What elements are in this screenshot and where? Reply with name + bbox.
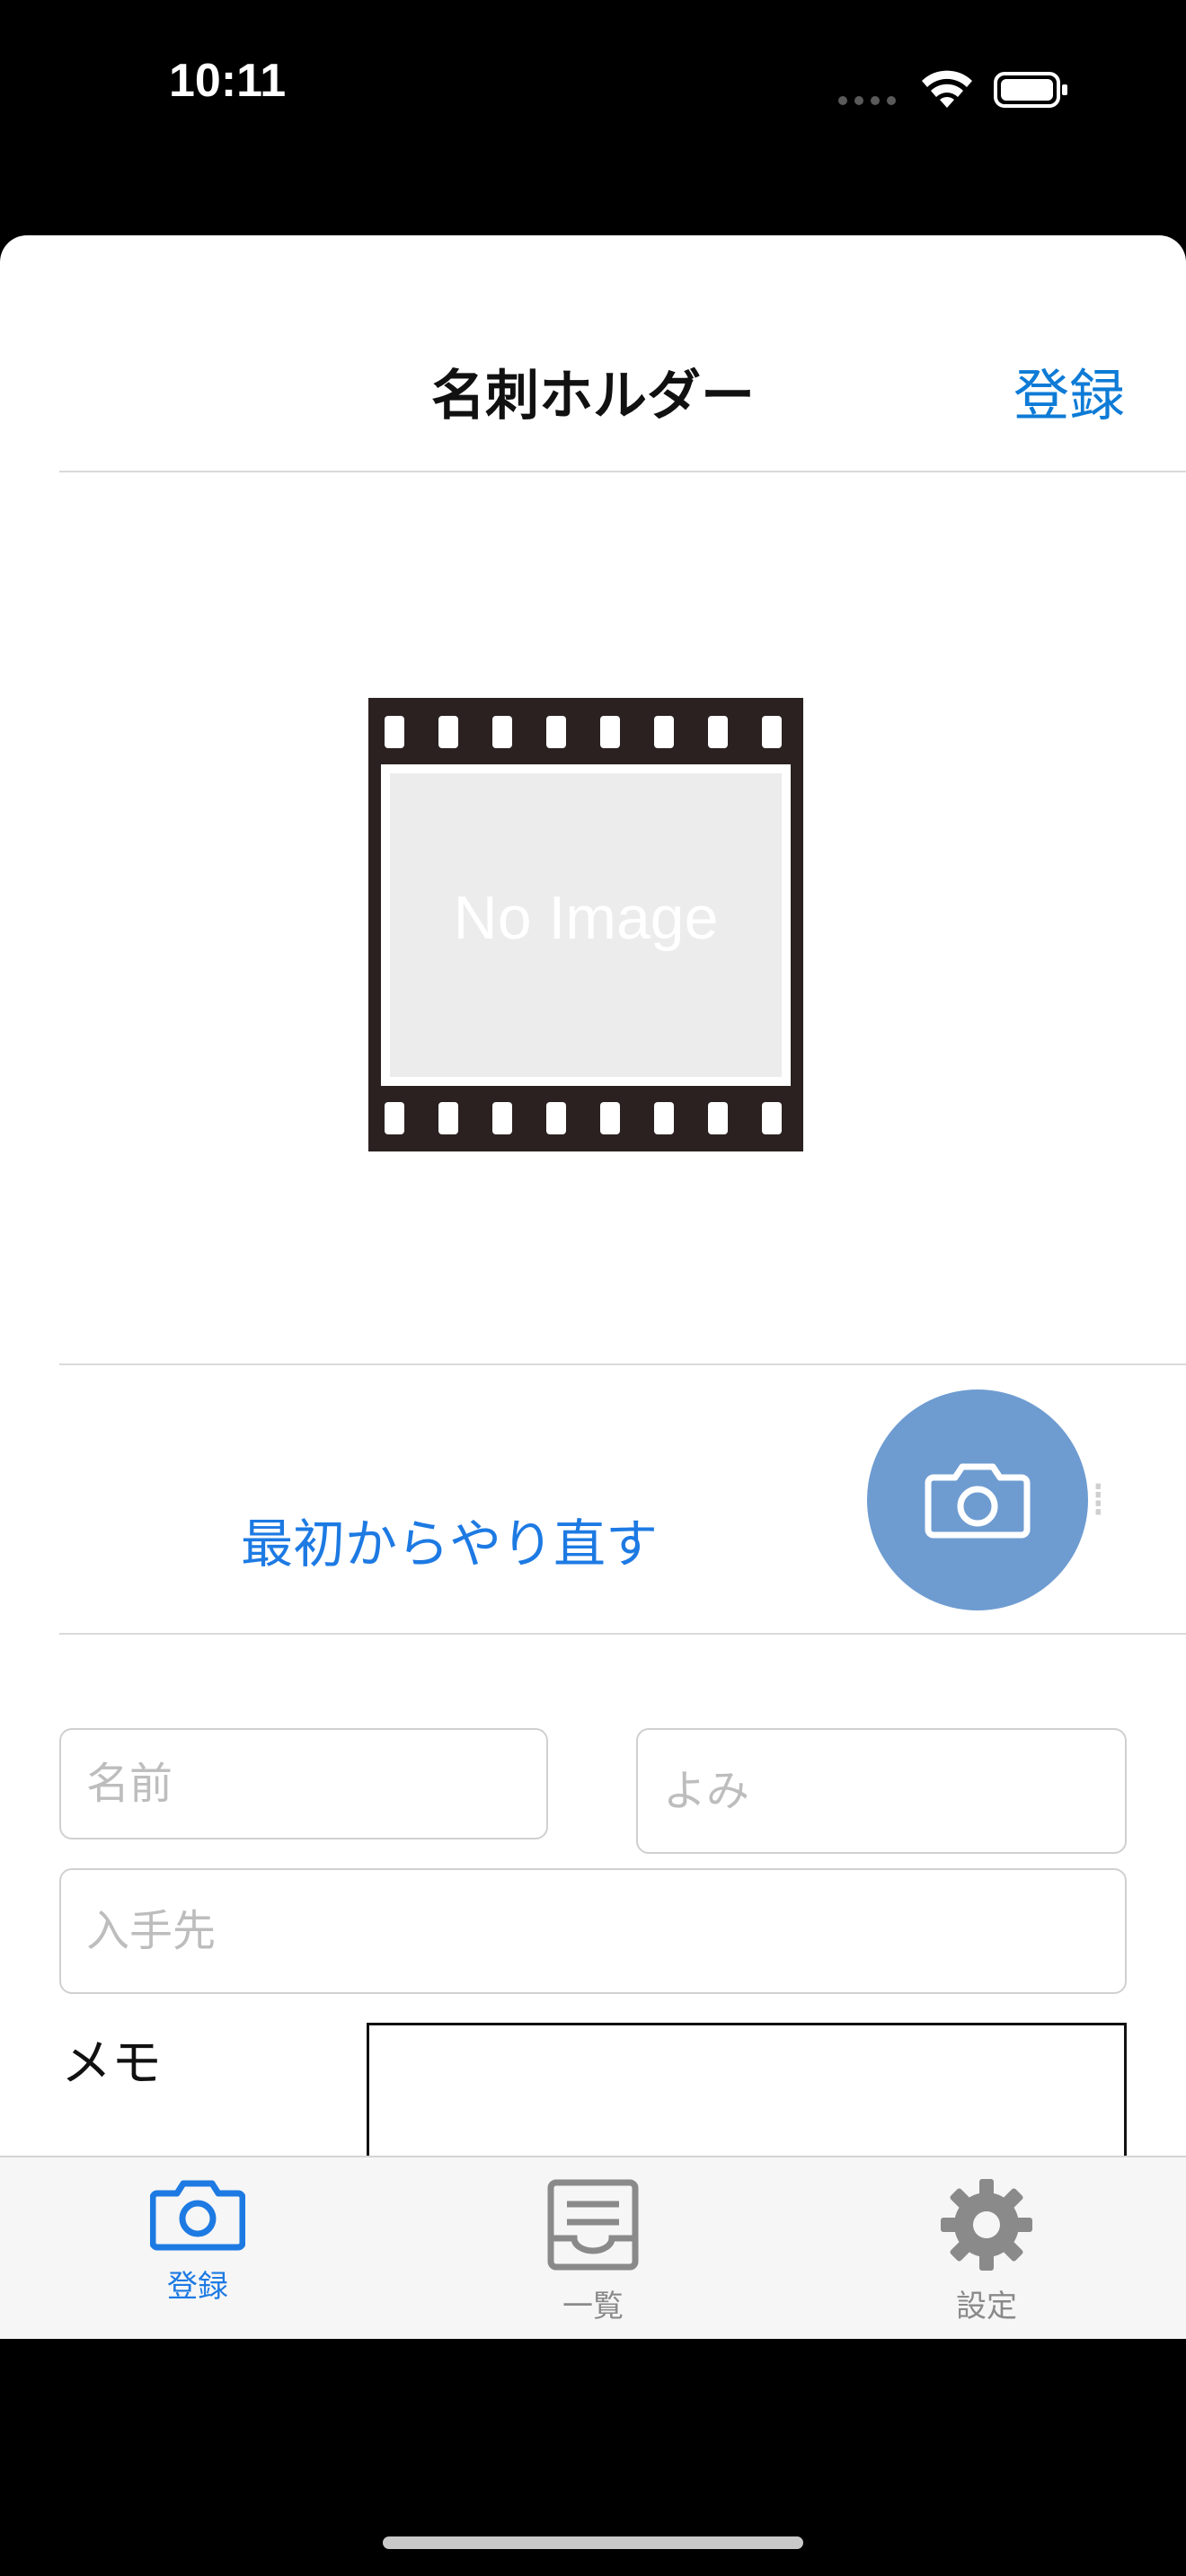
divider <box>59 471 1186 472</box>
reset-button[interactable]: 最初からやり直す <box>241 1502 658 1577</box>
camera-icon <box>925 1463 1031 1539</box>
gear-icon <box>941 2179 1032 2271</box>
source-field[interactable] <box>59 1868 1127 1994</box>
wifi-icon <box>922 70 972 108</box>
reading-field[interactable] <box>636 1728 1127 1854</box>
partial-label-glyph: ⁞ <box>1091 1473 1106 1527</box>
card-image-preview[interactable]: No Image <box>368 698 803 1151</box>
name-input[interactable] <box>61 1730 546 1838</box>
status-indicators <box>836 63 1078 117</box>
status-time: 10:11 <box>169 55 287 107</box>
name-field[interactable] <box>59 1728 548 1839</box>
source-input[interactable] <box>61 1870 1125 1992</box>
reading-input[interactable] <box>638 1730 1125 1852</box>
tab-label: 一覧 <box>562 2289 624 2325</box>
modal-sheet: 名刺ホルダー 登録 No Image 最初からやり直す ⁞ 名前 よみ 入手先 … <box>0 235 1186 2337</box>
register-button[interactable]: 登録 <box>1013 350 1125 431</box>
tab-list[interactable]: 一覧 <box>476 2177 710 2325</box>
tab-settings[interactable]: 設定 <box>870 2177 1103 2325</box>
tray-icon <box>547 2179 639 2271</box>
battery-icon <box>994 72 1067 108</box>
divider <box>59 1633 1186 1635</box>
divider <box>59 1363 1186 1365</box>
tab-label: 設定 <box>956 2289 1017 2325</box>
memo-label: メモ <box>61 2034 162 2093</box>
no-image-text: No Image <box>454 884 719 952</box>
camera-capture-button[interactable] <box>867 1389 1088 1610</box>
tab-register[interactable]: 登録 <box>81 2177 314 2306</box>
signal-icon <box>838 96 896 105</box>
tab-bar: 登録 一覧 設定 <box>0 2156 1186 2339</box>
tab-label: 登録 <box>167 2269 228 2305</box>
page-title: 名刺ホルダー <box>431 365 755 428</box>
camera-icon <box>149 2180 246 2251</box>
home-indicator <box>383 2536 803 2549</box>
